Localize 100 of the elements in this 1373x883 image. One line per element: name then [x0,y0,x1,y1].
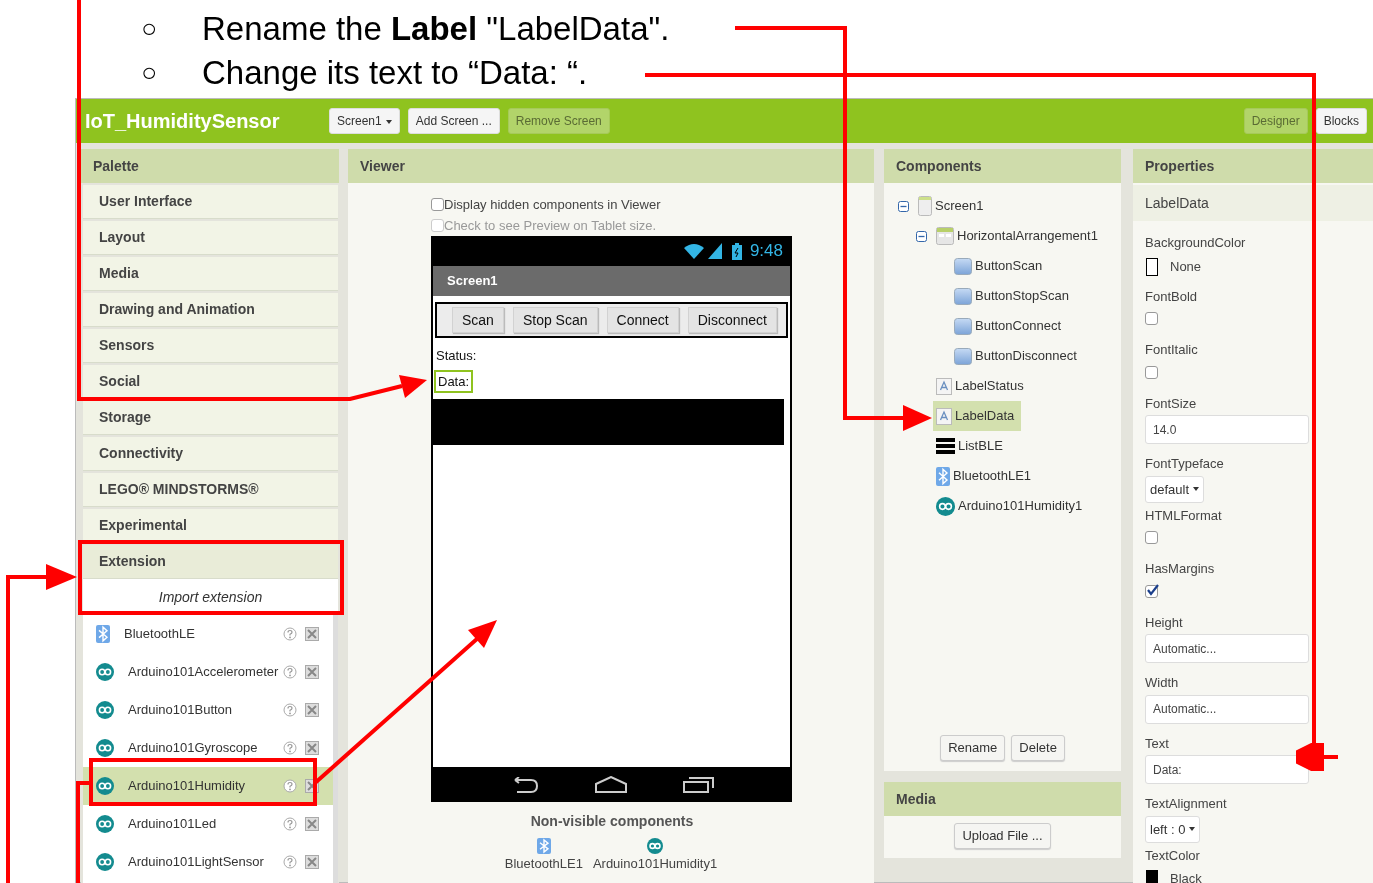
upload-file-button[interactable]: Upload File ... [954,823,1051,849]
palette-category[interactable]: Experimental [83,509,338,543]
help-icon[interactable] [283,627,297,641]
color-value: None [1170,257,1202,276]
tree-item[interactable]: ButtonDisconnect [974,343,1081,369]
component-button[interactable]: Delete [1011,735,1065,761]
checkbox[interactable] [1145,365,1158,379]
tree-item[interactable]: ButtonConnect [974,313,1065,339]
checkbox[interactable] [431,198,444,211]
delete-icon[interactable] [305,741,319,755]
infinity-icon [96,777,114,795]
view-tab[interactable]: Designer [1243,107,1308,135]
caret-icon [1193,487,1200,492]
palette-category[interactable]: Social [83,365,338,399]
preview-label: Data: [434,369,474,393]
button-icon [954,287,972,305]
tree-item[interactable]: Screen1 [934,193,988,219]
help-icon[interactable] [283,779,297,793]
extension-item[interactable]: Arduino101Led [83,805,333,843]
delete-icon[interactable] [305,703,319,717]
button-icon [954,257,972,275]
palette-category[interactable]: Media [83,257,338,291]
screen-title-bar: Screen1 [433,266,790,296]
property-field[interactable]: 14.0 [1145,415,1309,444]
caret-icon [1189,827,1196,832]
bluetooth-icon [936,466,950,486]
infinity-icon [96,663,114,681]
property-field[interactable]: Automatic... [1145,694,1309,724]
extension-name: BluetoothLE [124,625,196,644]
tree-item[interactable]: ButtonStopScan [974,283,1073,309]
wifi-icon [683,243,704,259]
extension-item[interactable]: Arduino101Gyroscope [83,729,333,767]
tree-item[interactable]: Arduino101Humidity1 [957,493,1087,519]
extension-item[interactable]: Arduino101Accelerometer [83,653,333,691]
signal-icon [707,243,722,259]
color-value: Black [1170,870,1202,883]
panel-header: Palette [81,149,339,183]
infinity-icon [936,496,955,516]
tree-item[interactable]: BluetoothLE1 [952,463,1036,489]
property-label: Text [1145,734,1170,753]
extension-item[interactable]: Arduino101LightSensor [83,843,333,881]
panel-header: Components [884,149,1121,183]
extension-name: Arduino101Humidity [128,777,247,796]
delete-icon[interactable] [305,627,319,641]
palette-category[interactable]: Storage [83,401,338,435]
delete-icon[interactable] [305,855,319,869]
view-tab[interactable]: Blocks [1315,107,1367,135]
caret-icon [385,119,392,124]
palette-category[interactable]: LEGO® MINDSTORMS® [83,473,338,507]
palette-category[interactable]: Drawing and Animation [83,293,338,327]
project-title: IoT_HumiditySensor [85,109,281,134]
help-icon[interactable] [283,817,297,831]
screen-dropdown[interactable]: Screen1 [329,107,400,135]
component-button[interactable]: Rename [940,735,1006,761]
delete-icon[interactable] [305,817,319,831]
component-name-header: LabelData [1133,185,1373,221]
delete-icon[interactable] [305,665,319,679]
recent-apps-icon [682,776,715,793]
property-label: TextAlignment [1145,795,1228,813]
tree-item[interactable]: LabelStatus [954,373,1028,399]
checkbox[interactable] [1145,584,1158,598]
extension-item[interactable]: BluetoothLE [83,615,333,653]
property-dropdown[interactable]: default [1145,475,1205,503]
extension-item[interactable]: Arduino101Humidity [83,767,333,805]
extension-item[interactable]: Arduino101Button [83,691,333,729]
palette-category[interactable]: Extension [83,545,338,579]
tree-item[interactable]: LabelData [933,401,1022,431]
palette-category[interactable]: Sensors [83,329,338,363]
tree-item[interactable]: ListBLE [957,433,1007,459]
help-icon[interactable] [283,855,297,869]
tree-item[interactable]: ButtonScan [974,253,1047,279]
palette-category[interactable]: Layout [83,221,338,255]
palette-category[interactable]: User Interface [83,185,338,219]
component-name: BluetoothLE1 [504,855,583,873]
home-icon [593,776,628,793]
tree-item[interactable]: HorizontalArrangement1 [956,223,1102,249]
instruction-text: Rename the Label "LabelData". [202,11,670,45]
screen-icon [918,196,932,216]
checkbox[interactable] [1145,312,1158,325]
bullet: ○ [140,59,158,85]
section-title: Non-visible components [529,812,695,831]
panel-header: Media [884,782,1121,816]
color-swatch[interactable] [1146,257,1158,276]
property-field[interactable]: Data: [1145,755,1309,784]
help-icon[interactable] [283,665,297,679]
property-dropdown[interactable]: left : 0 [1145,815,1201,843]
help-icon[interactable] [283,741,297,755]
property-label: FontTypeface [1145,455,1225,473]
color-swatch[interactable] [1146,870,1158,883]
checkbox-label: Check to see Preview on Tablet size. [444,216,657,235]
property-label: Width [1145,674,1180,692]
collapse-icon[interactable] [916,230,927,242]
collapse-icon[interactable] [898,200,909,212]
component-name: Arduino101Humidity1 [592,855,718,873]
property-label: HasMargins [1145,560,1216,578]
property-field[interactable]: Automatic... [1145,634,1309,663]
palette-category[interactable]: Connectivity [83,437,338,471]
toolbar-button[interactable]: Add Screen ... [407,107,500,135]
checkbox[interactable] [1145,531,1158,544]
help-icon[interactable] [283,703,297,717]
